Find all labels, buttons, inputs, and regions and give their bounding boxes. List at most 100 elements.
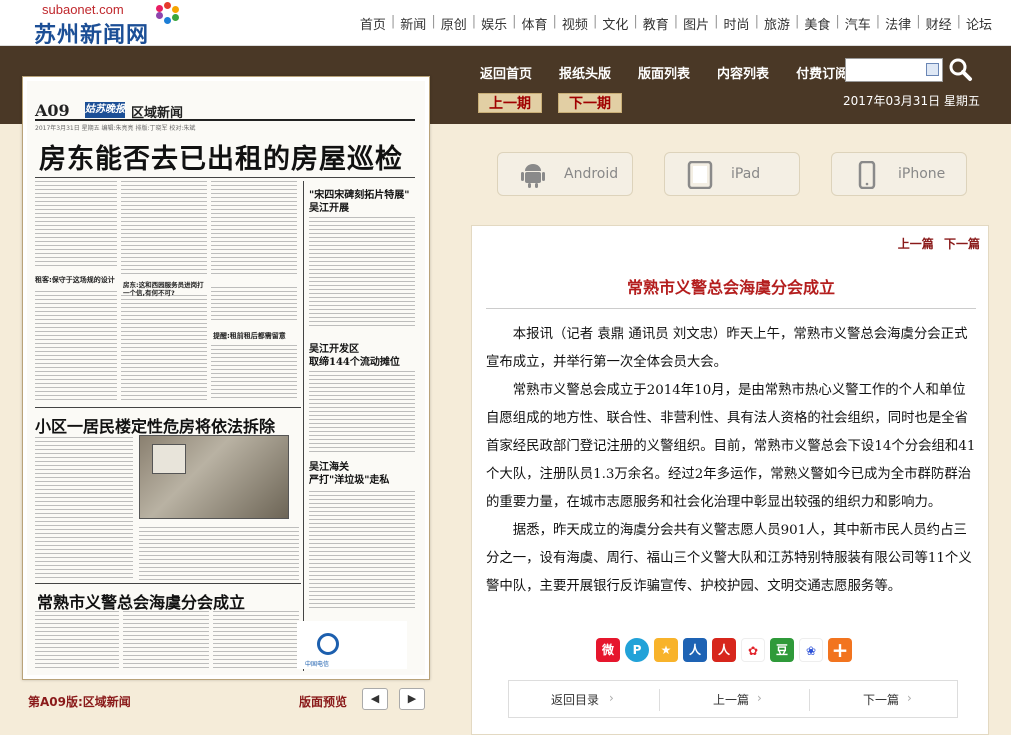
article-title: 常熟市义警总会海虞分会成立: [626, 278, 835, 297]
top-nav-item[interactable]: 旅游: [759, 14, 795, 33]
search-icon[interactable]: [947, 56, 973, 82]
logo-domain: subaonet.com: [42, 2, 124, 17]
top-nav-item[interactable]: 首页: [355, 14, 391, 33]
chevron-right-icon: ›: [609, 691, 614, 705]
iphone-app-button[interactable]: iPhone: [831, 152, 967, 196]
top-nav-item[interactable]: 法律: [880, 14, 916, 33]
search-input[interactable]: [847, 60, 925, 80]
chevron-right-icon: ▶: [407, 692, 417, 705]
renren-icon[interactable]: 人: [683, 638, 707, 662]
weibo-icon[interactable]: 微: [596, 638, 620, 662]
footer-next-link[interactable]: 下一篇: [863, 691, 899, 708]
paper-rule: [35, 177, 415, 178]
chevron-right-icon: ›: [907, 691, 912, 705]
article-paragraph: 据悉，昨天成立的海虞分会共有义警志愿人员901人，其中新市民人员约占三分之一，设…: [486, 523, 972, 594]
top-nav-item[interactable]: 娱乐: [476, 14, 512, 33]
paper-brand: 姑苏晚报: [85, 102, 125, 118]
logo-flower-icon: [154, 2, 182, 24]
menu-item[interactable]: 内容列表: [717, 63, 769, 82]
paper-headline-2[interactable]: 小区一居民楼定性危房将依法拆除: [35, 413, 275, 437]
menu-item[interactable]: 付费订阅: [796, 63, 848, 82]
top-nav-item[interactable]: 美食: [799, 14, 835, 33]
share-bar: 微 P ★ 人 人 ✿ 豆 ❀ +: [596, 638, 857, 662]
prev-article-link[interactable]: 上一篇: [898, 237, 934, 251]
paper-text: [309, 217, 415, 327]
paper-text: [35, 181, 117, 269]
chevron-right-icon: ›: [757, 691, 762, 705]
paper-subhead: 提醒:租前租后都需留意: [213, 332, 286, 340]
next-page-button[interactable]: ▶: [399, 688, 425, 710]
paper-text: [123, 611, 209, 671]
paper-text: [35, 611, 119, 671]
paper-text: [211, 287, 297, 323]
top-nav-item[interactable]: 图片: [678, 14, 714, 33]
top-nav-item[interactable]: 教育: [638, 14, 674, 33]
top-nav-item[interactable]: 体育: [517, 14, 553, 33]
paper-text: [121, 181, 207, 277]
paper-header-line: 2017年3月31日 星期五 编辑:朱亮亮 排版:丁晓军 校对:朱斌: [35, 125, 196, 132]
top-nav-item[interactable]: 文化: [597, 14, 633, 33]
android-app-button[interactable]: Android: [497, 152, 633, 196]
paper-text: [211, 345, 297, 401]
paper-side-headline-2[interactable]: 吴江开发区 取缔144个流动摊位: [309, 343, 400, 369]
back-to-contents-link[interactable]: 返回目录: [551, 691, 599, 708]
menu-item[interactable]: 报纸头版: [559, 63, 611, 82]
article-top-nav: 上一篇 下一篇: [892, 235, 980, 252]
paper-headline-3[interactable]: 常熟市义警总会海虞分会成立: [37, 589, 245, 613]
next-issue-button[interactable]: 下一期: [558, 93, 622, 113]
menu-item[interactable]: 返回首页: [480, 63, 532, 82]
paper-text: [211, 181, 297, 277]
telecom-logo-icon: [317, 633, 339, 655]
top-nav-item[interactable]: 原创: [436, 14, 472, 33]
paper-header: A09 姑苏晚报 区域新闻: [35, 101, 415, 121]
paper-section: 区域新闻: [131, 106, 184, 121]
paper-text: [309, 371, 415, 455]
article-divider: [486, 308, 976, 309]
logo-name: 苏州新闻网: [34, 23, 150, 48]
ipad-icon: [687, 161, 713, 189]
top-nav-item[interactable]: 时尚: [719, 14, 755, 33]
footer-prev-link[interactable]: 上一篇: [713, 691, 749, 708]
paper-text: [213, 611, 299, 671]
sohu-icon[interactable]: ✿: [741, 638, 765, 662]
article-panel: 上一篇 下一篇 常熟市义警总会海虞分会成立 本报讯（记者 袁鼎 通讯员 刘文忠）…: [471, 225, 989, 735]
footer-separator: [659, 689, 660, 711]
top-nav-item[interactable]: 论坛: [961, 14, 997, 33]
main-menu: 返回首页 报纸头版 版面列表 内容列表 付费订阅: [480, 63, 875, 82]
article-paragraph: 常熟市义警总会成立于2014年10月，是由常熟市热心义警工作的个人和单位自愿组成…: [486, 383, 976, 510]
paper-side-headline-1[interactable]: "宋四宋碑刻拓片特展" 吴江开展: [309, 189, 409, 215]
more-icon[interactable]: +: [828, 638, 852, 662]
top-nav-item[interactable]: 视频: [557, 14, 593, 33]
top-nav: 首页 | 新闻 | 原创 | 娱乐 | 体育 | 视频 | 文化 | 教育 | 图片 | 时尚 | 旅游 | 美食 | 汽车 | 法…: [355, 14, 997, 33]
preview-label: 版面预览: [299, 695, 348, 709]
next-article-link[interactable]: 下一篇: [944, 237, 980, 251]
qzone-icon[interactable]: ★: [654, 638, 678, 662]
chevron-left-icon: ◀: [370, 692, 380, 705]
baidu-icon[interactable]: ❀: [799, 638, 823, 662]
search-field[interactable]: [845, 58, 943, 82]
paper-page-number: A09: [35, 101, 70, 120]
prev-issue-button[interactable]: 上一期: [478, 93, 542, 113]
newspaper-page[interactable]: A09 姑苏晚报 区域新闻 2017年3月31日 星期五 编辑:朱亮亮 排版:丁…: [22, 76, 430, 680]
tencent-weibo-icon[interactable]: P: [625, 638, 649, 662]
ipad-app-button[interactable]: iPad: [664, 152, 800, 196]
article-body: 本报讯（记者 袁鼎 通讯员 刘文忠）昨天上午，常熟市义警总会海虞分会正式宣布成立…: [486, 321, 978, 601]
paper-headline-main[interactable]: 房东能否去已出租的房屋巡检: [39, 137, 403, 176]
paper-text: [121, 295, 207, 401]
keyboard-icon[interactable]: [926, 63, 939, 76]
top-nav-item[interactable]: 财经: [921, 14, 957, 33]
top-nav-item[interactable]: 新闻: [395, 14, 431, 33]
prev-page-button[interactable]: ◀: [362, 688, 388, 710]
paper-text: [309, 491, 415, 611]
douban-icon[interactable]: 豆: [770, 638, 794, 662]
kaixin-icon[interactable]: 人: [712, 638, 736, 662]
android-label: Android: [564, 166, 619, 182]
menu-item[interactable]: 版面列表: [638, 63, 690, 82]
paper-subhead: 租客:保守于这场规的设计: [35, 276, 115, 284]
top-bar: subaonet.com 苏州新闻网 首页 | 新闻 | 原创 | 娱乐 | 体育 | 视频 | 文化 |…: [0, 0, 1011, 48]
article-footer-nav: 返回目录 › 上一篇 › 下一篇 ›: [508, 680, 958, 718]
top-nav-item[interactable]: 汽车: [840, 14, 876, 33]
app-downloads: Android iPad iPhone: [497, 152, 967, 198]
site-logo[interactable]: subaonet.com 苏州新闻网: [34, 2, 194, 48]
paper-side-headline-3[interactable]: 吴江海关 严打"洋垃圾"走私: [309, 461, 389, 487]
